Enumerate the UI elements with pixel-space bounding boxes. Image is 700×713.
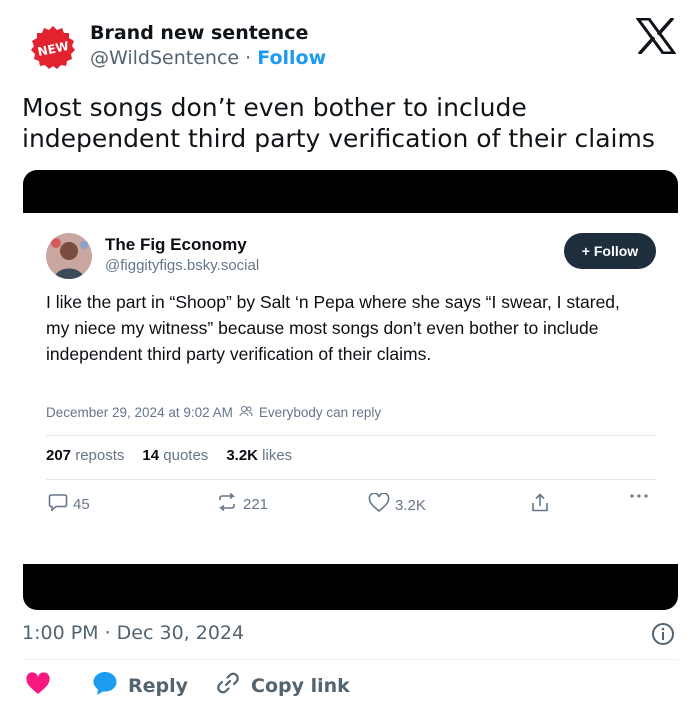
copy-link-button[interactable]: Copy link: [215, 670, 350, 701]
link-icon: [215, 670, 241, 701]
like-icon: [368, 492, 390, 517]
tweet-timestamp[interactable]: 1:00 PM · Dec 30, 2024: [22, 622, 244, 644]
embedded-stats: 207 reposts 14 quotes 3.2K likes: [46, 447, 292, 464]
avatar[interactable]: NEW: [29, 24, 77, 72]
embedded-divider-top: [46, 435, 656, 436]
reply-button[interactable]: Reply: [92, 670, 188, 701]
tweet-text: Most songs don’t even bother to include …: [22, 93, 655, 153]
share-icon: [531, 493, 549, 513]
footer-actions: Reply Copy link: [22, 670, 678, 700]
embedded-display-name: The Fig Economy: [105, 235, 247, 254]
embedded-divider-bottom: [46, 479, 656, 480]
embedded-like-action: 3.2K: [368, 492, 426, 517]
like-button[interactable]: [25, 672, 51, 701]
follow-button[interactable]: Follow: [257, 47, 326, 69]
info-icon[interactable]: [651, 622, 675, 646]
people-icon: [239, 405, 253, 420]
repost-icon: [216, 492, 238, 515]
copy-link-label: Copy link: [251, 674, 350, 697]
reposts-stat: 207 reposts: [46, 447, 125, 464]
quotes-stat: 14 quotes: [142, 447, 209, 464]
embedded-repost-action: 221: [216, 492, 269, 515]
reply-icon: [48, 493, 68, 515]
embedded-follow-button: + Follow: [564, 233, 656, 269]
handle-row: @WildSentence · Follow: [90, 47, 326, 69]
embedded-date: December 29, 2024 at 9:02 AM: [46, 405, 233, 420]
more-icon: [629, 493, 649, 499]
embedded-post-meta: December 29, 2024 at 9:02 AM Everybody c…: [46, 405, 381, 420]
embedded-repost-count: 221: [243, 495, 269, 513]
embedded-avatar: [46, 233, 92, 279]
embedded-reply-action: 45: [48, 493, 90, 515]
embedded-post-card: The Fig Economy @figgityfigs.bsky.social…: [23, 213, 678, 564]
embedded-like-count: 3.2K: [395, 496, 426, 514]
footer-divider: [22, 659, 678, 660]
x-logo-icon[interactable]: [635, 17, 677, 55]
reply-setting: Everybody can reply: [258, 405, 382, 420]
embedded-post-text: I like the part in “Shoop” by Salt ‘n Pe…: [46, 292, 620, 364]
tweet-media[interactable]: The Fig Economy @figgityfigs.bsky.social…: [23, 170, 678, 610]
display-name[interactable]: Brand new sentence: [90, 22, 308, 44]
new-badge-logo: NEW: [31, 26, 75, 69]
likes-stat: 3.2K likes: [226, 447, 293, 464]
reply-label: Reply: [128, 674, 189, 697]
handle[interactable]: @WildSentence: [90, 47, 239, 69]
heart-icon: [25, 672, 51, 701]
reply-bubble-icon: [92, 670, 118, 701]
embedded-actions: 45 221 3.2K: [46, 492, 656, 523]
embedded-reply-count: 45: [73, 495, 90, 513]
separator: ·: [245, 47, 252, 69]
embedded-handle: @figgityfigs.bsky.social: [105, 257, 260, 274]
